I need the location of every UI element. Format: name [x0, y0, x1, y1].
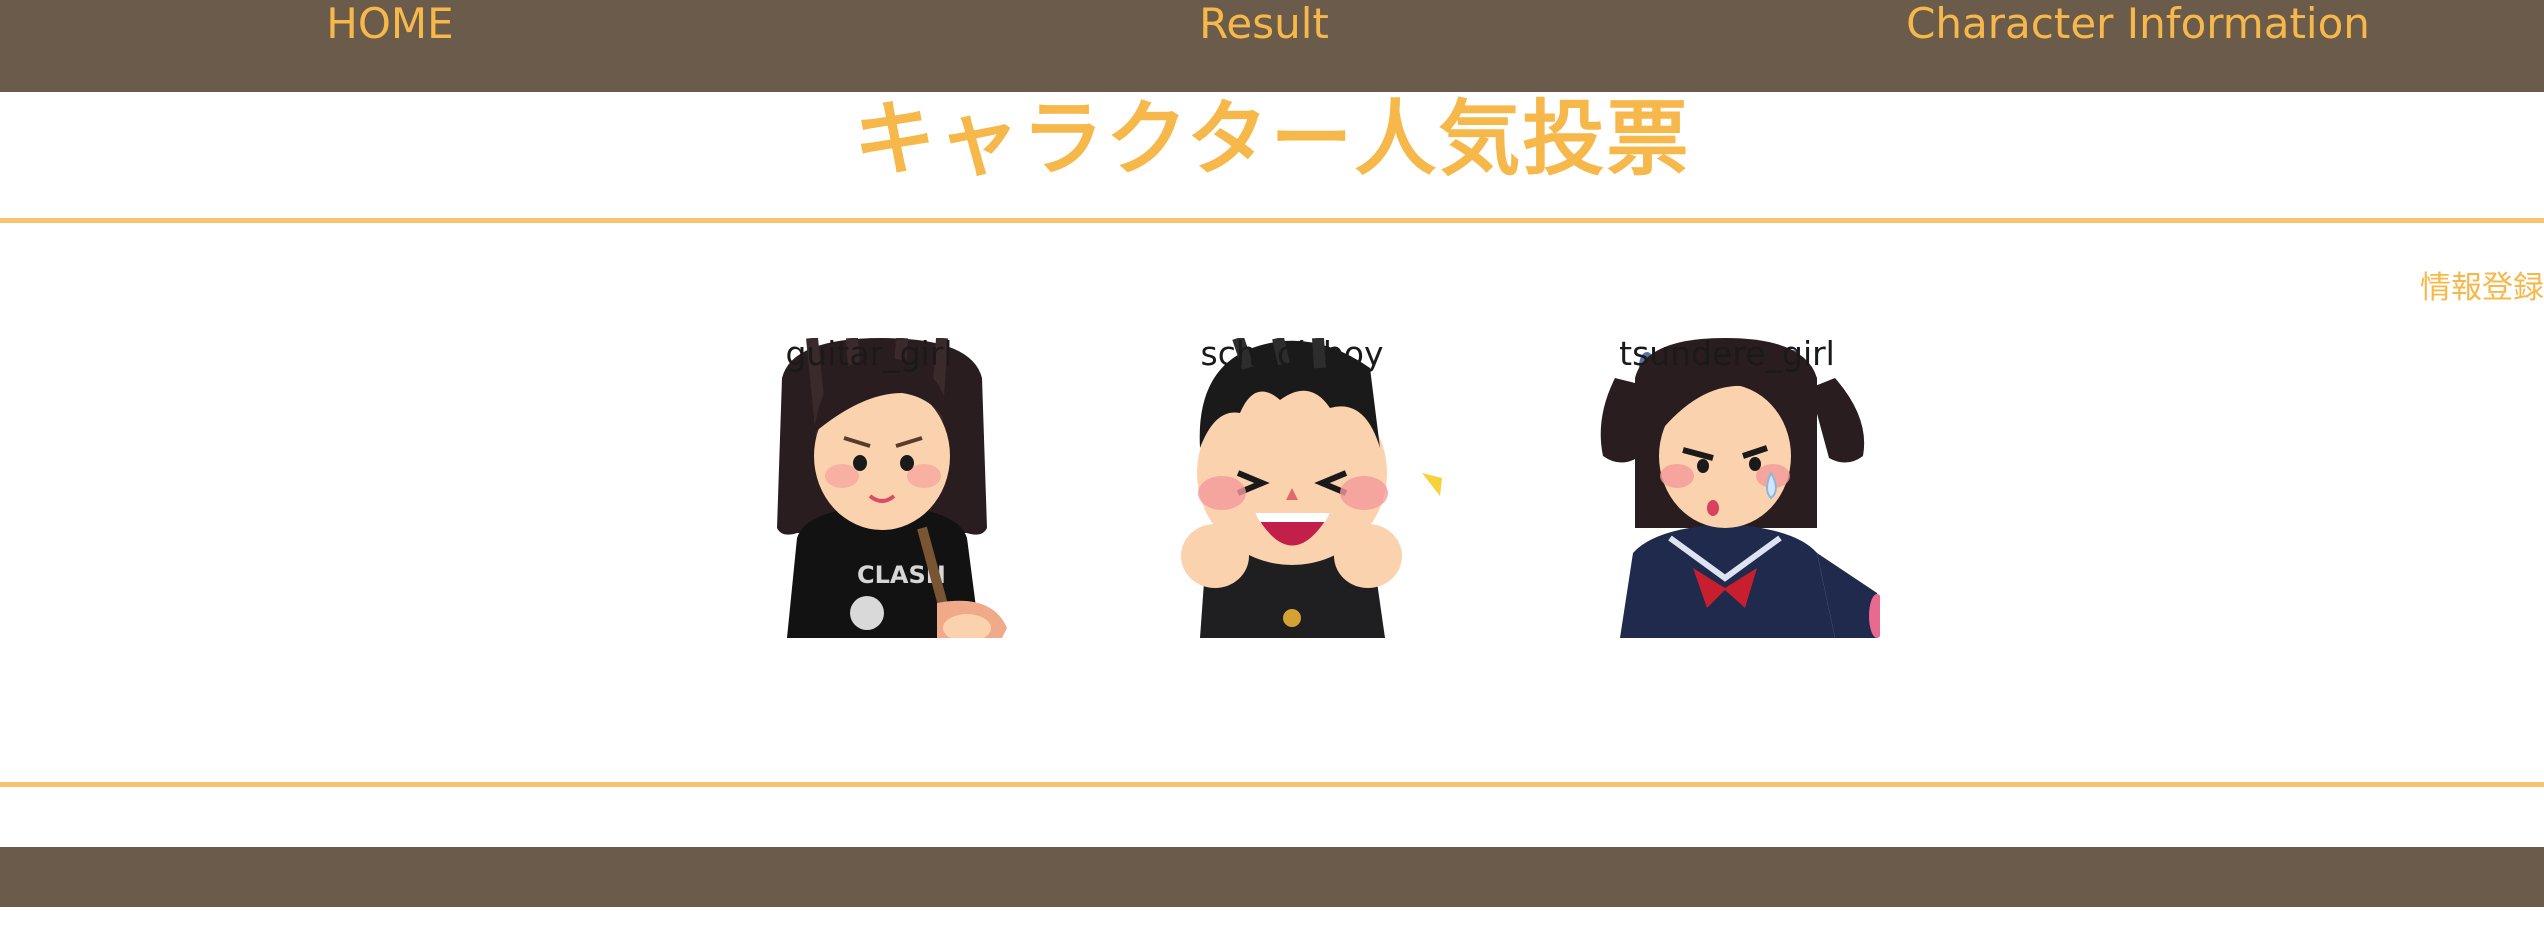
guitar-girl-illustration: CLASH	[777, 338, 1007, 638]
page-title: キャラクター人気投票	[853, 92, 1691, 187]
character-card-tsundere-girl[interactable]	[1595, 338, 1880, 638]
character-card-guitar-girl[interactable]: CLASH	[752, 338, 1012, 638]
nav-link-home[interactable]: HOME	[326, 0, 453, 48]
footer	[0, 847, 2544, 907]
nav-link-result[interactable]: Result	[1199, 0, 1329, 48]
school-boy-illustration	[1181, 338, 1442, 638]
character-name: guitar_girl	[785, 334, 953, 373]
top-divider	[0, 218, 2544, 223]
character-card-school-boy[interactable]	[1160, 338, 1450, 638]
character-name: tsundere_girl	[1619, 334, 1835, 373]
register-info-link[interactable]: 情報登録	[2420, 262, 2544, 307]
nav-link-character-information[interactable]: Character Information	[1906, 0, 2370, 48]
character-name: school_boy	[1200, 334, 1384, 373]
tsundere-girl-illustration	[1600, 338, 1880, 638]
top-nav: HOME Result Character Information	[0, 0, 2544, 92]
bottom-divider	[0, 782, 2544, 787]
